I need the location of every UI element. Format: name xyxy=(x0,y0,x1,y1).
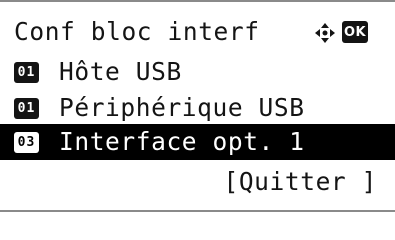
exit-button[interactable]: [Quitter ] xyxy=(223,169,377,195)
ok-key-icon: OK xyxy=(342,21,368,43)
menu-item-host-usb[interactable]: 01 Hôte USB xyxy=(0,52,395,92)
item-number-badge: 03 xyxy=(14,131,39,153)
screen-title: Conf bloc interf xyxy=(14,16,260,46)
exit-row: [Quitter ] xyxy=(0,162,395,202)
item-number-badge: 01 xyxy=(14,97,39,119)
menu-item-label: Périphérique USB xyxy=(59,92,305,122)
menu-item-usb-device[interactable]: 01 Périphérique USB xyxy=(0,88,395,128)
item-number-badge: 01 xyxy=(14,61,39,83)
four-way-arrow-icon xyxy=(315,23,335,43)
lcd-screen: Conf bloc interf OK 01 Hôte USB 01 Périp… xyxy=(0,0,395,212)
menu-item-label: Interface opt. 1 xyxy=(59,126,305,156)
menu-item-optional-interface-1[interactable]: 03 Interface opt. 1 xyxy=(0,124,395,160)
top-border xyxy=(0,0,395,2)
bottom-border xyxy=(0,210,395,212)
menu-item-label: Hôte USB xyxy=(59,56,182,86)
